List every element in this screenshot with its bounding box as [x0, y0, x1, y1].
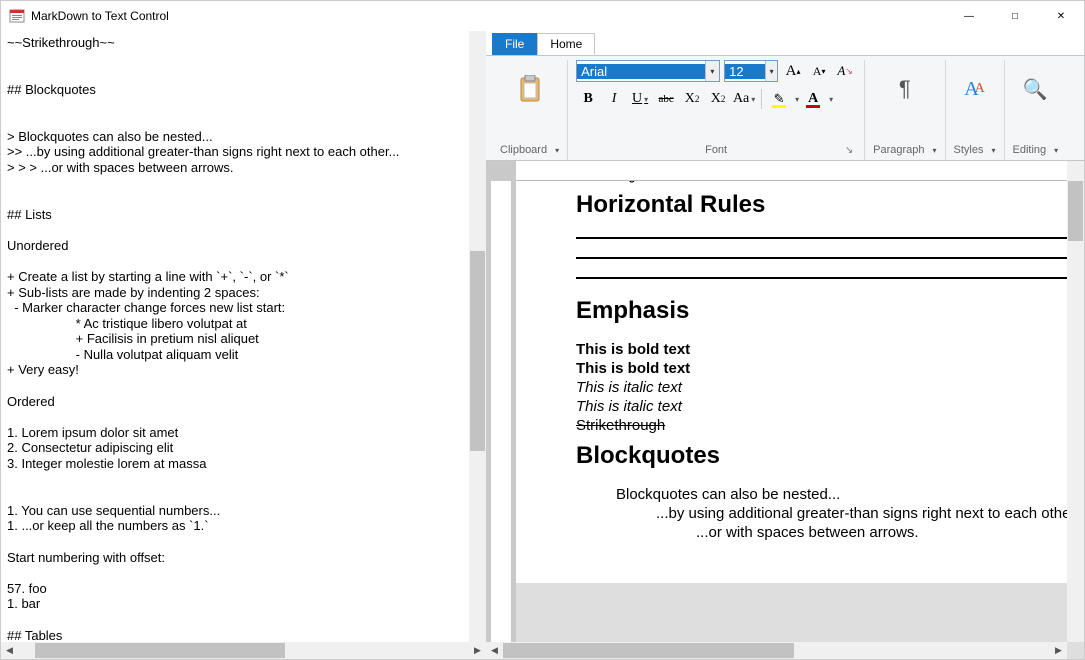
font-dialog-launcher[interactable]: ↘	[842, 143, 856, 157]
app-icon	[9, 8, 25, 24]
scrollbar-thumb[interactable]	[35, 643, 285, 658]
close-button[interactable]: ✕	[1038, 1, 1084, 31]
paragraph-button[interactable]: ¶	[884, 60, 926, 118]
app-window: MarkDown to Text Control — □ ✕ ~~Striket…	[0, 0, 1085, 660]
change-case-button[interactable]: Aa▾	[732, 88, 756, 110]
group-font: ▾ ▾ A▴ A▾ A↘	[568, 60, 865, 160]
chevron-down-icon[interactable]: ▾	[705, 61, 719, 81]
scroll-right-button[interactable]: ▶	[469, 642, 486, 659]
markdown-source-text[interactable]: ~~Strikethrough~~ ## Blockquotes > Block…	[1, 31, 486, 642]
font-name-combo[interactable]: ▾	[576, 60, 720, 82]
editor-pane: File Home Clipboard ▾	[486, 31, 1084, 659]
scrollbar-thumb[interactable]	[503, 643, 794, 658]
vertical-ruler[interactable]	[486, 181, 516, 642]
group-paragraph: ¶ Paragraph ▾	[865, 60, 945, 160]
document-editor[interactable]: h6 Heading Horizontal Rules Emphasis Thi…	[486, 161, 1084, 659]
font-size-input[interactable]	[725, 64, 765, 79]
chevron-down-icon[interactable]: ▾	[765, 61, 777, 81]
chevron-down-icon[interactable]: ▾	[1054, 146, 1058, 155]
window-title: MarkDown to Text Control	[31, 9, 169, 23]
font-size-combo[interactable]: ▾	[724, 60, 778, 82]
ribbon: Clipboard ▾ ▾ ▾	[486, 55, 1084, 161]
editing-button[interactable]: 🔍	[1014, 60, 1056, 118]
find-icon: 🔍	[1019, 73, 1051, 105]
shrink-font-button[interactable]: A▾	[808, 60, 830, 82]
scroll-left-button[interactable]: ◀	[486, 642, 503, 659]
ribbon-tabstrip: File Home	[486, 31, 1084, 55]
scroll-right-button[interactable]: ▶	[1050, 642, 1067, 659]
italic-button[interactable]: I	[602, 88, 626, 110]
chevron-down-icon[interactable]: ▾	[829, 95, 833, 104]
pilcrow-icon: ¶	[889, 73, 921, 105]
paste-button[interactable]	[509, 60, 551, 118]
group-label-styles: Styles	[954, 144, 984, 156]
clipboard-icon	[514, 73, 546, 105]
blockquote-level-3: ...or with spaces between arrows.	[696, 524, 1067, 541]
chevron-down-icon[interactable]: ▾	[932, 146, 936, 155]
heading-6: h6 Heading	[576, 181, 1067, 183]
tab-home[interactable]: Home	[537, 33, 595, 55]
heading-emphasis: Emphasis	[576, 297, 1067, 325]
tab-file[interactable]: File	[492, 33, 537, 55]
chevron-down-icon[interactable]: ▾	[555, 146, 559, 155]
blockquote-level-2: ...by using additional greater-than sign…	[656, 505, 1067, 522]
editor-vertical-scrollbar[interactable]	[1067, 161, 1084, 642]
highlight-color-button[interactable]: ✎	[767, 88, 791, 110]
group-label-paragraph: Paragraph	[873, 144, 924, 156]
strikethrough-text: Strikethrough	[576, 417, 1067, 434]
font-name-input[interactable]	[577, 64, 705, 79]
source-vertical-scrollbar[interactable]	[469, 31, 486, 642]
horizontal-rule	[576, 237, 1067, 239]
horizontal-rule	[576, 277, 1067, 279]
styles-button[interactable]: AA	[954, 60, 996, 118]
maximize-button[interactable]: □	[992, 1, 1038, 31]
bold-text: This is bold text	[576, 360, 1067, 377]
grow-font-button[interactable]: A▴	[782, 60, 804, 82]
heading-blockquotes: Blockquotes	[576, 442, 1067, 470]
scrollbar-thumb[interactable]	[1068, 181, 1083, 241]
bold-button[interactable]: B	[576, 88, 600, 110]
titlebar: MarkDown to Text Control — □ ✕	[1, 1, 1084, 31]
chevron-down-icon[interactable]: ▾	[991, 146, 995, 155]
superscript-button[interactable]: X2	[706, 88, 730, 110]
scrollbar-thumb[interactable]	[470, 251, 485, 451]
document-page[interactable]: h6 Heading Horizontal Rules Emphasis Thi…	[516, 181, 1067, 583]
subscript-button[interactable]: X2	[680, 88, 704, 110]
strikethrough-button[interactable]: abc	[654, 88, 678, 110]
bold-text: This is bold text	[576, 341, 1067, 358]
source-horizontal-scrollbar[interactable]: ◀ ▶	[1, 642, 486, 659]
group-editing: 🔍 Editing ▾	[1005, 60, 1067, 160]
group-clipboard: Clipboard ▾	[492, 60, 568, 160]
font-color-button[interactable]: A	[801, 88, 825, 110]
minimize-button[interactable]: —	[946, 1, 992, 31]
group-label-editing: Editing	[1013, 144, 1047, 156]
horizontal-rule	[576, 257, 1067, 259]
group-styles: AA Styles ▾	[946, 60, 1005, 160]
group-label-font: Font	[705, 144, 727, 156]
italic-text: This is italic text	[576, 379, 1067, 396]
heading-horizontal-rules: Horizontal Rules	[576, 191, 1067, 219]
styles-icon: AA	[959, 73, 991, 105]
source-pane: ~~Strikethrough~~ ## Blockquotes > Block…	[1, 31, 486, 659]
scroll-left-button[interactable]: ◀	[1, 642, 18, 659]
chevron-down-icon[interactable]: ▾	[795, 95, 799, 104]
group-label-clipboard: Clipboard	[500, 144, 547, 156]
italic-text: This is italic text	[576, 398, 1067, 415]
blockquote-level-1: Blockquotes can also be nested...	[616, 486, 1067, 503]
editor-horizontal-scrollbar[interactable]: ◀ ▶	[486, 642, 1067, 659]
horizontal-ruler[interactable]	[486, 161, 1067, 181]
underline-button[interactable]: U▾	[628, 88, 652, 110]
clear-formatting-button[interactable]: A↘	[834, 60, 856, 82]
